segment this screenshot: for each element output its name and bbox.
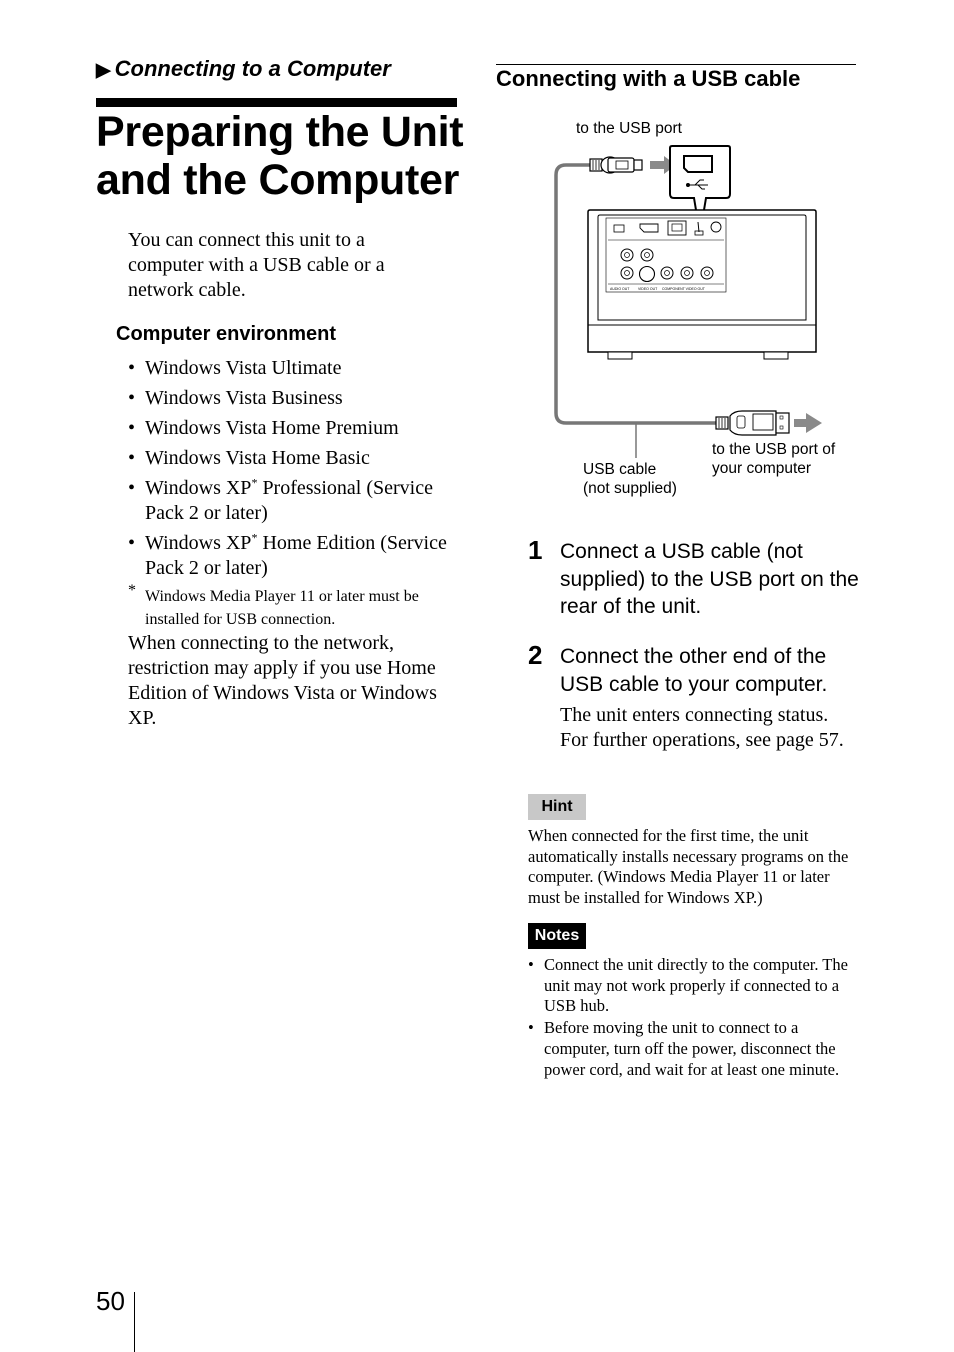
diagram-label-computer-port: to the USB port of your computer xyxy=(712,441,836,477)
environment-list: Windows Vista Ultimate Windows Vista Bus… xyxy=(128,356,463,586)
footnote: * Windows Media Player 11 or later must … xyxy=(128,582,468,631)
mini-usb-plug xyxy=(589,156,643,174)
svg-text:VIDEO OUT: VIDEO OUT xyxy=(638,287,658,291)
list-item: Before moving the unit to connect to a c… xyxy=(528,1018,858,1080)
page-number: 50 xyxy=(96,1286,125,1316)
hint-badge: Hint xyxy=(528,794,586,820)
footnote-text: Windows Media Player 11 or later must be… xyxy=(145,588,419,628)
svg-text:COMPONENT VIDEO OUT: COMPONENT VIDEO OUT xyxy=(662,287,706,291)
page-title: Preparing the Unit and the Computer xyxy=(96,108,464,204)
step-number: 2 xyxy=(528,640,543,670)
svg-text:AUDIO OUT: AUDIO OUT xyxy=(610,287,630,291)
notes-badge: Notes xyxy=(528,923,586,949)
arrow-right-icon xyxy=(794,413,822,433)
list-item: Windows Vista Business xyxy=(128,386,463,411)
list-item: Windows XP* Professional (Service Pack 2… xyxy=(128,476,463,526)
list-item: Windows Vista Ultimate xyxy=(128,356,463,381)
step-instruction: Connect a USB cable (not supplied) to th… xyxy=(560,540,859,618)
section-breadcrumb: ▶ Connecting to a Computer xyxy=(96,56,391,82)
usb-section-heading: Connecting with a USB cable xyxy=(496,66,801,91)
heading-rule xyxy=(496,64,856,65)
network-note: When connecting to the network, restrict… xyxy=(128,632,437,729)
page-margin-rule xyxy=(134,1292,135,1352)
usb-a-plug xyxy=(715,410,790,436)
step-number: 1 xyxy=(528,535,543,565)
diagram-label-usb-cable: USB cable (not supplied) xyxy=(583,461,677,497)
step-instruction: Connect the other end of the USB cable t… xyxy=(560,645,828,696)
footnote-mark: * xyxy=(128,582,136,599)
intro-paragraph: You can connect this unit to a computer … xyxy=(128,229,385,301)
environment-heading: Computer environment xyxy=(116,323,337,345)
section-label-text: Connecting to a Computer xyxy=(114,56,391,81)
diagram-label-usb-port: to the USB port xyxy=(576,120,682,137)
list-item: Connect the unit directly to the compute… xyxy=(528,955,858,1017)
triangle-right-icon: ▶ xyxy=(96,60,111,81)
notes-list: Connect the unit directly to the compute… xyxy=(528,955,858,1081)
step-detail: The unit enters connecting status. For f… xyxy=(560,704,844,751)
list-item: Windows Vista Home Basic xyxy=(128,446,463,471)
unit-rear-view: AUDIO OUT VIDEO OUT COMPONENT VIDEO OUT xyxy=(587,209,817,360)
title-rule xyxy=(96,98,457,107)
list-item: Windows XP* Home Edition (Service Pack 2… xyxy=(128,531,463,581)
list-item: Windows Vista Home Premium xyxy=(128,416,463,441)
hint-text: When connected for the first time, the u… xyxy=(528,826,849,907)
